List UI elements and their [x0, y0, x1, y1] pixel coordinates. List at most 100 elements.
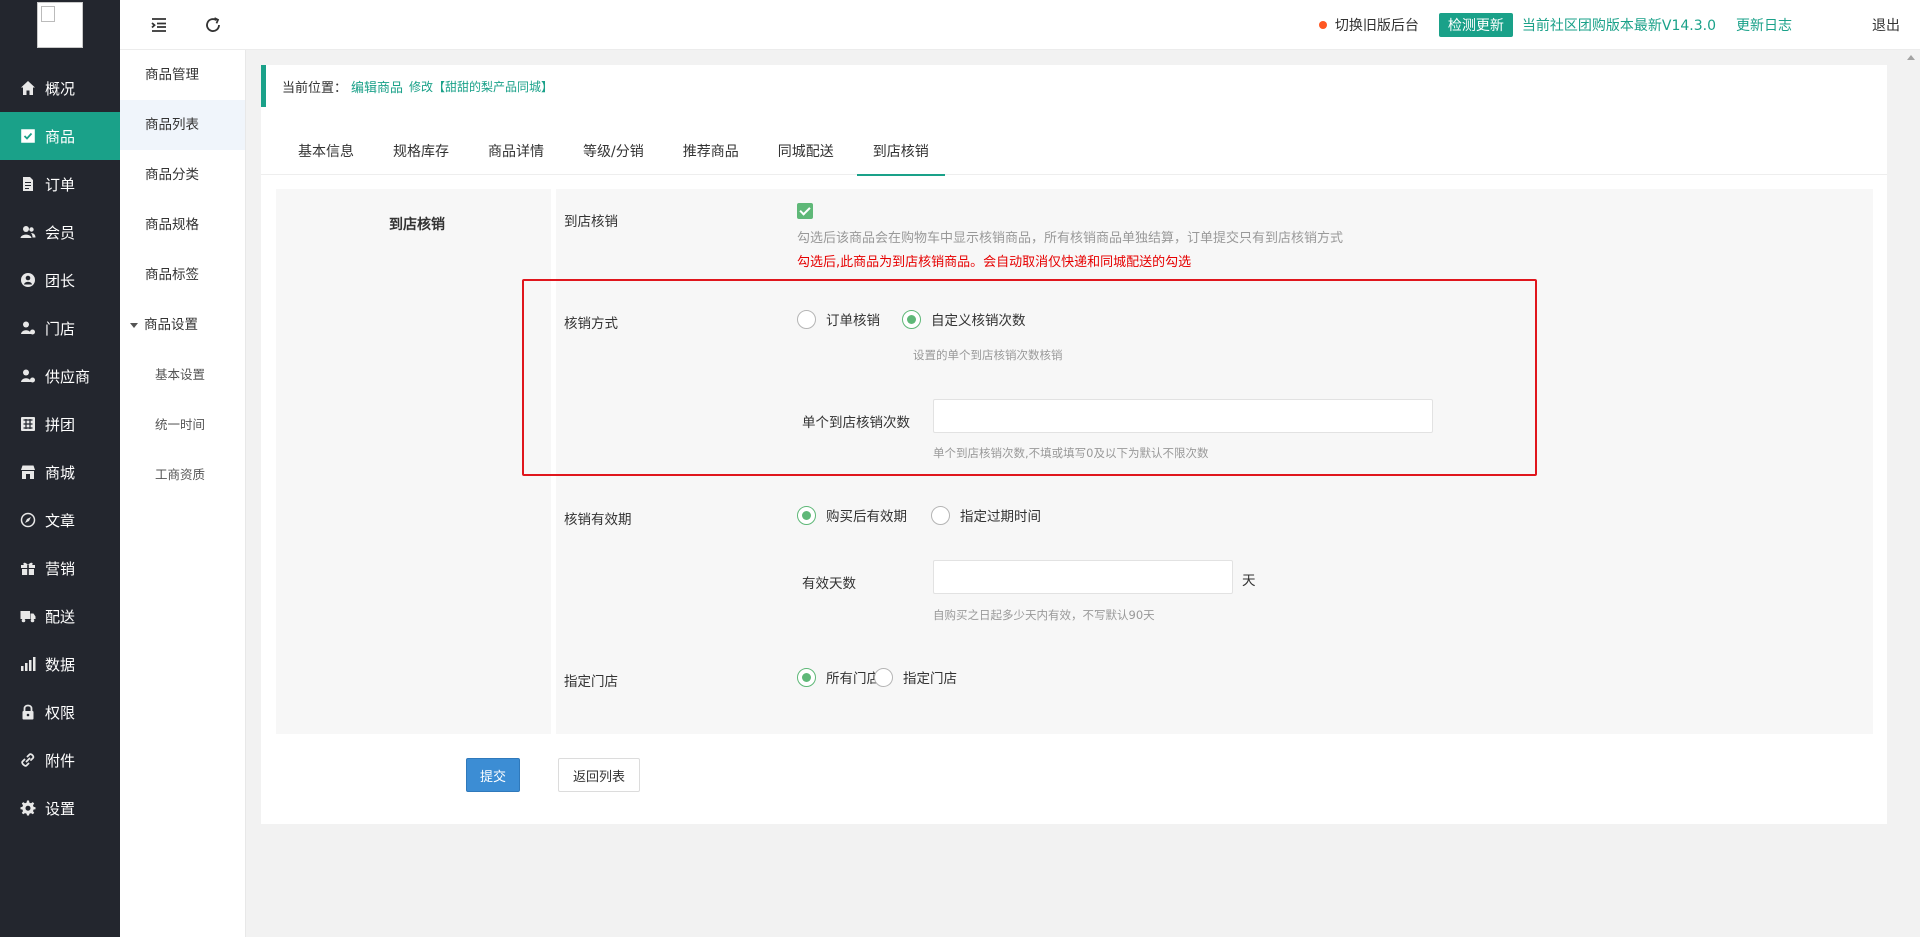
- nav-item-data[interactable]: 数据: [0, 640, 120, 688]
- group-buy-icon: [21, 417, 35, 431]
- refresh-button[interactable]: [204, 16, 222, 34]
- tab-product-detail[interactable]: 商品详情: [472, 129, 560, 175]
- back-to-list-button[interactable]: 返回列表: [558, 758, 640, 792]
- verify-method-hint: 设置的单个到店核销次数核销: [913, 348, 1063, 362]
- product-icon: [21, 129, 35, 143]
- radio-custom-count[interactable]: 自定义核销次数: [902, 309, 1026, 329]
- link-icon: [21, 753, 35, 767]
- logo[interactable]: [37, 2, 83, 48]
- radio-circle: [797, 667, 816, 687]
- nav-item-overview[interactable]: 概况: [0, 64, 120, 112]
- changelog-link[interactable]: 更新日志: [1736, 15, 1792, 35]
- main-nav: 概况 商品 订单 会员 团长 门店 供应商 拼团 商城 文章 营销 配送 数据 …: [0, 64, 120, 832]
- nav-item-attachment[interactable]: 附件: [0, 736, 120, 784]
- compass-icon: [20, 512, 36, 528]
- nav-item-leader[interactable]: 团长: [0, 256, 120, 304]
- subnav-group-settings[interactable]: 商品设置: [120, 300, 245, 350]
- scroll-up-arrow-icon[interactable]: [1907, 55, 1915, 60]
- header-right: 切换旧版后台 检测更新 当前社区团购版本最新V14.3.0 更新日志 退出: [1318, 0, 1920, 50]
- subnav-item-category[interactable]: 商品分类: [120, 150, 245, 200]
- valid-days-label: 有效天数: [802, 576, 856, 592]
- verify-count-label: 单个到店核销次数: [802, 415, 910, 431]
- section-title: 到店核销: [389, 217, 445, 233]
- subnav-item-business-qualification[interactable]: 工商资质: [120, 450, 245, 500]
- nav-item-mall[interactable]: 商城: [0, 448, 120, 496]
- radio-all-stores[interactable]: 所有门店: [797, 667, 880, 687]
- mall-icon: [21, 465, 35, 479]
- subnav-item-spec[interactable]: 商品规格: [120, 200, 245, 250]
- form-fields: 到店核销 勾选后该商品会在购物车中显示核销商品，所有核销商品单独结算，订单提交只…: [552, 189, 1873, 734]
- radio-expire-time[interactable]: 指定过期时间: [931, 505, 1041, 525]
- radio-circle: [797, 505, 816, 525]
- tab-recommend[interactable]: 推荐商品: [667, 129, 755, 175]
- days-unit: 天: [1242, 573, 1256, 589]
- detect-update-button[interactable]: 检测更新: [1438, 13, 1513, 37]
- store-verify-warning: 勾选后,此商品为到店核销商品。会自动取消仅快递和同城配送的勾选: [797, 255, 1192, 270]
- home-icon: [21, 81, 35, 95]
- nav-item-supplier[interactable]: 供应商: [0, 352, 120, 400]
- nav-item-group-buy[interactable]: 拼团: [0, 400, 120, 448]
- order-icon: [23, 177, 33, 191]
- store-verify-hint: 勾选后该商品会在购物车中显示核销商品，所有核销商品单独结算，订单提交只有到店核销…: [797, 231, 1344, 246]
- breadcrumb-page[interactable]: 编辑商品: [351, 77, 403, 96]
- stores-label: 指定门店: [564, 674, 618, 690]
- switch-old-backend-link[interactable]: 切换旧版后台: [1335, 15, 1419, 35]
- verify-method-label: 核销方式: [564, 316, 618, 332]
- subnav-header: 商品管理: [145, 67, 199, 83]
- radio-circle: [902, 309, 921, 329]
- broken-image-icon: [41, 6, 55, 22]
- tab-level-distribution[interactable]: 等级/分销: [567, 129, 660, 175]
- refresh-icon: [206, 17, 220, 32]
- store-icon: [21, 321, 35, 335]
- tab-basic-info[interactable]: 基本信息: [282, 129, 370, 175]
- subnav-item-tag[interactable]: 商品标签: [120, 250, 245, 300]
- store-verify-label: 到店核销: [564, 214, 618, 230]
- verify-count-hint: 单个到店核销次数,不填或填写0及以下为默认不限次数: [933, 446, 1209, 460]
- radio-specific-stores[interactable]: 指定门店: [874, 667, 957, 687]
- valid-days-input[interactable]: [933, 560, 1233, 594]
- product-tabs: 基本信息 规格库存 商品详情 等级/分销 推荐商品 同城配送 到店核销: [261, 129, 1887, 176]
- nav-item-delivery[interactable]: 配送: [0, 592, 120, 640]
- logout-link[interactable]: 退出: [1872, 15, 1900, 35]
- subnav-item-unified-time[interactable]: 统一时间: [120, 400, 245, 450]
- verify-count-input[interactable]: [933, 399, 1433, 433]
- lock-icon: [22, 704, 34, 720]
- status-dot: [1318, 21, 1327, 29]
- truck-icon: [20, 611, 36, 623]
- radio-after-purchase[interactable]: 购买后有效期: [797, 505, 907, 525]
- collapse-menu-button[interactable]: [150, 16, 168, 34]
- nav-item-settings[interactable]: 设置: [0, 784, 120, 832]
- nav-item-marketing[interactable]: 营销: [0, 544, 120, 592]
- gear-icon: [20, 800, 36, 816]
- radio-circle: [931, 505, 950, 525]
- breadcrumb-prefix: 当前位置：: [282, 80, 348, 96]
- bar-chart-icon: [21, 657, 36, 671]
- scrollbar[interactable]: [1903, 50, 1920, 937]
- nav-item-permission[interactable]: 权限: [0, 688, 120, 736]
- radio-order-verify[interactable]: 订单核销: [797, 309, 880, 329]
- radio-circle: [874, 667, 893, 687]
- tab-city-delivery[interactable]: 同城配送: [762, 129, 850, 175]
- submit-button[interactable]: 提交: [466, 758, 520, 792]
- main-sidebar: 概况 商品 订单 会员 团长 门店 供应商 拼团 商城 文章 营销 配送 数据 …: [0, 0, 120, 937]
- nav-item-store[interactable]: 门店: [0, 304, 120, 352]
- nav-item-product[interactable]: 商品: [0, 112, 120, 160]
- supplier-icon: [21, 369, 35, 383]
- form-section-side: 到店核销: [276, 189, 552, 734]
- subnav-item-product-list[interactable]: 商品列表: [120, 100, 245, 150]
- version-text: 当前社区团购版本最新V14.3.0: [1521, 18, 1716, 34]
- nav-item-member[interactable]: 会员: [0, 208, 120, 256]
- breadcrumb: 当前位置： 编辑商品 修改【甜甜的梨产品同城】: [261, 65, 1887, 107]
- leader-icon: [21, 273, 35, 287]
- indent-icon: [151, 18, 166, 32]
- radio-circle: [797, 309, 816, 329]
- nav-item-article[interactable]: 文章: [0, 496, 120, 544]
- edit-product-panel: 基本信息 规格库存 商品详情 等级/分销 推荐商品 同城配送 到店核销 到店核销…: [261, 107, 1887, 824]
- validity-label: 核销有效期: [564, 512, 632, 528]
- tab-spec-stock[interactable]: 规格库存: [377, 129, 465, 175]
- tab-store-verify[interactable]: 到店核销: [856, 129, 945, 176]
- store-verify-form: 到店核销 到店核销 勾选后该商品会在购物车中显示核销商品，所有核销商品单独结算，…: [276, 189, 1873, 734]
- subnav-item-basic-settings[interactable]: 基本设置: [120, 350, 245, 400]
- nav-item-order[interactable]: 订单: [0, 160, 120, 208]
- store-verify-checkbox[interactable]: [797, 203, 813, 219]
